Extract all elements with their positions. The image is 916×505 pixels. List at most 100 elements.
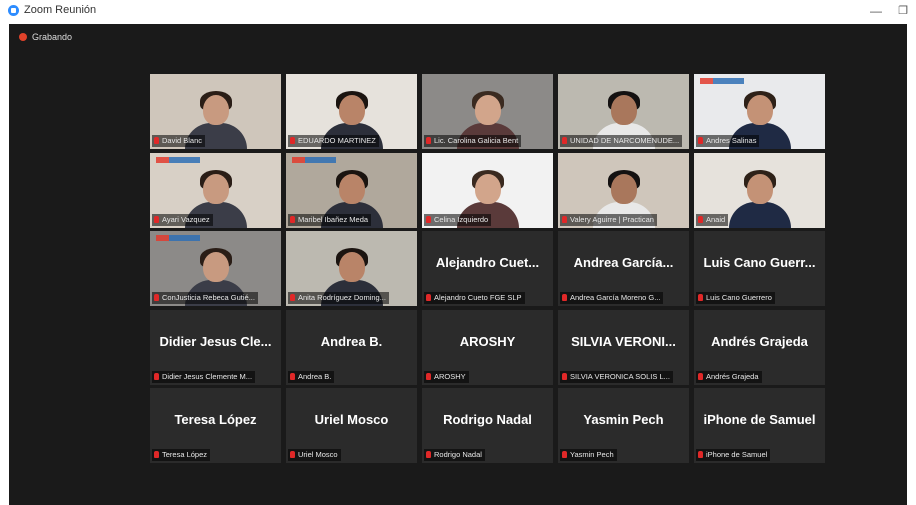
muted-mic-icon (562, 137, 567, 144)
participant-display-name: Didier Jesus Cle... (159, 333, 272, 349)
participant-name-tag: UNIDAD DE NARCOMENUDE... (560, 135, 683, 147)
participant-name-label: Rodrigo Nadal (434, 450, 482, 459)
participant-name-tag: Uriel Mosco (288, 449, 341, 461)
muted-mic-icon (426, 451, 431, 458)
muted-mic-icon (426, 137, 431, 144)
background-banner-logo (700, 78, 744, 84)
participant-name-tag: Lic. Carolina Galicia Bent (424, 135, 522, 147)
participant-tile[interactable]: Andrea B. Andrea B. (286, 309, 417, 385)
recording-dot-icon (19, 33, 27, 41)
participant-name-tag: Valery Aguirre | Practican (560, 213, 657, 226)
muted-mic-icon (154, 137, 159, 144)
muted-mic-icon (562, 215, 567, 223)
participant-name-label: David Blanc (162, 136, 203, 145)
participant-tile[interactable]: Teresa López Teresa López (150, 388, 281, 463)
participant-name-label: Maribel Ibañez Meda (298, 214, 369, 224)
participant-tile[interactable]: SILVIA VERONI... SILVIA VERONICA SOLIS L.… (558, 309, 689, 385)
participant-display-name: Teresa López (174, 412, 257, 427)
participant-name-tag: EDUARDO MARTINEZ (288, 135, 379, 147)
participant-display-name: Andrea B. (320, 333, 383, 349)
participant-tile[interactable]: Rodrigo Nadal Rodrigo Nadal (422, 388, 553, 463)
participant-figure (725, 168, 795, 228)
muted-mic-icon (290, 215, 295, 223)
participant-name-label: Uriel Mosco (298, 450, 338, 459)
participant-name-label: Teresa López (162, 450, 208, 459)
participant-tile[interactable]: iPhone de Samuel iPhone de Samuel (694, 388, 825, 463)
participant-tile[interactable]: Lic. Carolina Galicia Bent (422, 74, 553, 149)
participant-tile[interactable]: Andres Salinas (694, 74, 825, 149)
muted-mic-icon (698, 294, 703, 301)
participant-tile[interactable]: David Blanc (150, 74, 281, 149)
participant-name-label: SILVIA VERONICA SOLIS L... (570, 371, 670, 381)
participant-name-tag: Anita Rodríguez Doming... (288, 292, 389, 304)
participant-name-label: Andres Salinas (706, 136, 757, 145)
participant-tile[interactable]: Alejandro Cuet... Alejandro Cueto FGE SLP (422, 231, 553, 306)
participant-name-label: Didier Jesus Clemente M... (162, 371, 253, 381)
participant-name-tag: Yasmin Pech (560, 449, 617, 461)
participant-name-label: EDUARDO MARTINEZ (298, 136, 376, 145)
participant-tile[interactable]: Valery Aguirre | Practican (558, 152, 689, 228)
muted-mic-icon (698, 451, 703, 458)
participant-name-tag: Andres Salinas (696, 135, 760, 147)
participant-tile[interactable]: AROSHY AROSHY (422, 309, 553, 385)
participant-name-tag: iPhone de Samuel (696, 449, 771, 461)
recording-label: Grabando (32, 32, 73, 42)
participant-name-tag: AROSHY (424, 370, 469, 383)
muted-mic-icon (290, 137, 295, 144)
participant-display-name: Andrea García... (573, 255, 674, 270)
participant-name-tag: Luis Cano Guerrero (696, 292, 775, 304)
participant-name-label: Ayari Vazquez (162, 214, 210, 224)
zoom-app-icon (8, 5, 19, 16)
muted-mic-icon (154, 451, 159, 458)
minimize-button[interactable]: — (866, 2, 886, 20)
participant-name-label: Yasmin Pech (570, 450, 614, 459)
participant-name-tag: Alejandro Cueto FGE SLP (424, 292, 525, 304)
background-banner-logo (156, 156, 200, 163)
muted-mic-icon (698, 215, 703, 223)
muted-mic-icon (290, 451, 295, 458)
muted-mic-icon (426, 294, 431, 301)
participant-tile[interactable]: Maribel Ibañez Meda (286, 152, 417, 228)
participant-name-label: Anaid (706, 214, 726, 224)
participant-tile[interactable]: Didier Jesus Cle... Didier Jesus Clemente… (150, 309, 281, 385)
participant-tile[interactable]: Anaid (694, 152, 825, 228)
muted-mic-icon (562, 372, 567, 380)
participant-display-name: iPhone de Samuel (703, 412, 816, 427)
participant-name-tag: Andrea B. (288, 370, 335, 383)
restore-button[interactable]: ❐ (893, 2, 913, 20)
participant-tile[interactable]: Andrea García... Andrea García Moreno G..… (558, 231, 689, 306)
muted-mic-icon (562, 294, 567, 301)
meeting-window: Grabando David Blanc EDUARDO MARTINEZ Lic.… (9, 24, 907, 505)
participant-display-name: Yasmin Pech (583, 412, 664, 427)
participant-display-name: SILVIA VERONI... (571, 333, 676, 349)
participant-display-name: Alejandro Cuet... (435, 255, 540, 270)
participant-tile[interactable]: Ayari Vazquez (150, 152, 281, 228)
participant-name-label: Celina Izquierdo (434, 214, 489, 224)
participant-tile[interactable]: ConJusticia Rebeca Gutié... (150, 231, 281, 306)
participant-tile[interactable]: UNIDAD DE NARCOMENUDE... (558, 74, 689, 149)
participant-tile[interactable]: Andrés Grajeda Andrés Grajeda (694, 309, 825, 385)
participant-name-label: Andrés Grajeda (706, 371, 759, 381)
window-title: Zoom Reunión (24, 4, 97, 16)
muted-mic-icon (290, 372, 295, 380)
muted-mic-icon (698, 137, 703, 144)
participant-tile[interactable]: EDUARDO MARTINEZ (286, 74, 417, 149)
muted-mic-icon (426, 215, 431, 223)
participant-name-label: Alejandro Cueto FGE SLP (434, 293, 522, 302)
participant-name-label: Andrea García Moreno G... (570, 293, 661, 302)
background-banner-logo (292, 156, 336, 163)
participant-tile[interactable]: Celina Izquierdo (422, 152, 553, 228)
participant-name-label: iPhone de Samuel (706, 450, 768, 459)
participant-name-label: Luis Cano Guerrero (706, 293, 772, 302)
participant-name-label: Anita Rodríguez Doming... (298, 293, 386, 302)
participant-tile[interactable]: Luis Cano Guerr... Luis Cano Guerrero (694, 231, 825, 306)
participant-name-label: Andrea B. (298, 371, 332, 381)
participant-name-label: UNIDAD DE NARCOMENUDE... (570, 136, 680, 145)
participant-name-tag: Andrea García Moreno G... (560, 292, 664, 304)
participant-name-tag: Celina Izquierdo (424, 213, 492, 226)
recording-indicator: Grabando (19, 32, 72, 42)
participant-tile[interactable]: Yasmin Pech Yasmin Pech (558, 388, 689, 463)
participant-tile[interactable]: Anita Rodríguez Doming... (286, 231, 417, 306)
participant-tile[interactable]: Uriel Mosco Uriel Mosco (286, 388, 417, 463)
participant-name-label: AROSHY (434, 371, 466, 381)
